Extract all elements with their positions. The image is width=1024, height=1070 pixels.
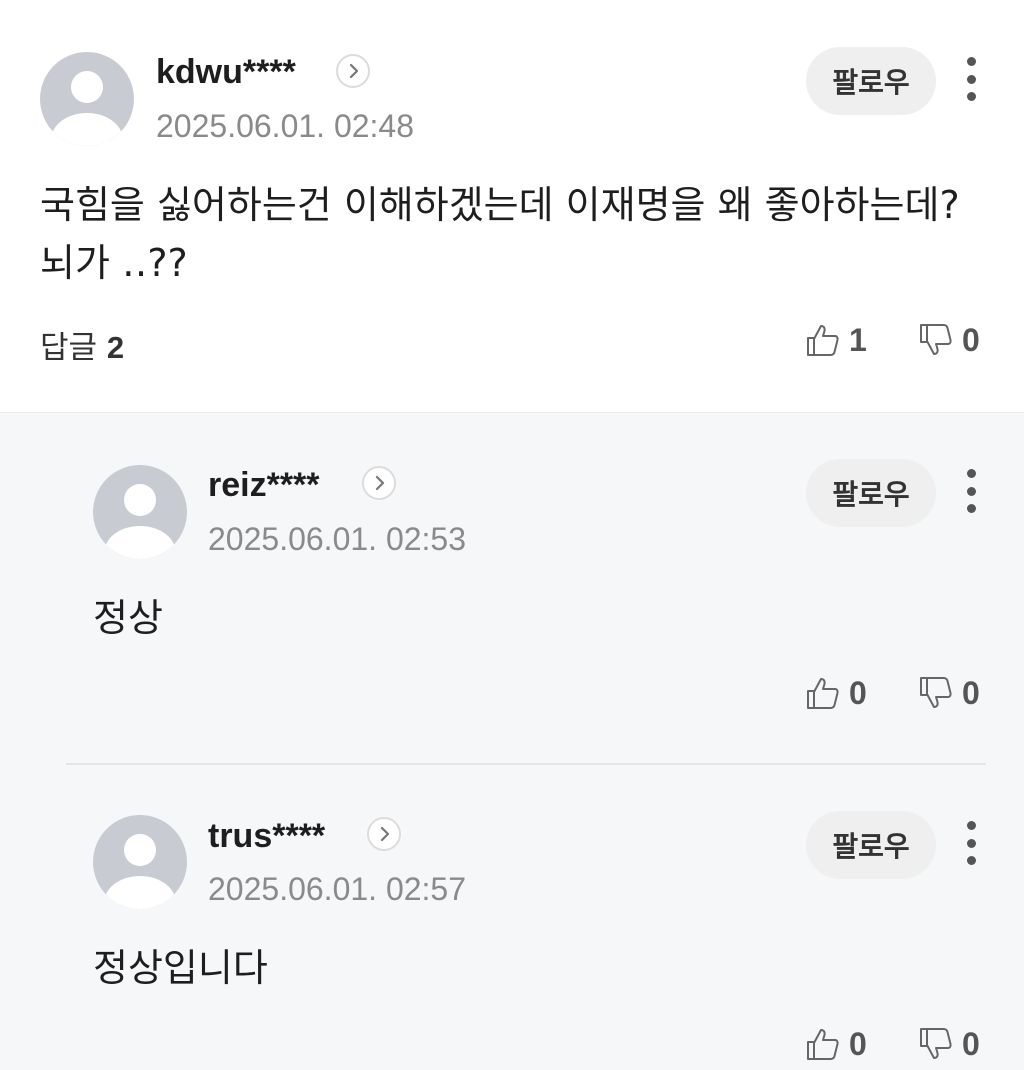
timestamp: 2025.06.01. 02:57 [208, 871, 467, 907]
thumbs-down-icon [920, 1028, 952, 1059]
follow-button[interactable]: 팔로우 [806, 47, 936, 115]
like-button[interactable]: 0 [805, 673, 867, 713]
like-button[interactable]: 0 [805, 1024, 867, 1064]
dislike-count: 0 [962, 321, 980, 358]
reply-text: 정상입니다 [93, 946, 268, 990]
thumbs-up-icon [807, 678, 839, 709]
replies-section: reiz**** 2025.06.01. 02:53 팔로우 정상 0 0 tr… [0, 412, 1024, 1070]
timestamp: 2025.06.01. 02:48 [156, 108, 415, 144]
reply-divider [66, 763, 986, 765]
like-count: 0 [849, 674, 867, 711]
thumbs-down-icon [920, 677, 952, 708]
avatar[interactable] [40, 52, 134, 146]
like-count: 0 [849, 1025, 867, 1062]
more-vertical-icon[interactable] [961, 469, 981, 513]
thumbs-up-icon [807, 1029, 839, 1060]
comment: kdwu**** 2025.06.01. 02:48 팔로우 국힘을 싫어하는건… [0, 0, 1024, 412]
chevron-right-icon[interactable] [362, 466, 396, 500]
more-vertical-icon[interactable] [961, 57, 981, 101]
reply-count: 2 [106, 330, 125, 365]
comment-text: 국힘을 싫어하는건 이해하겠는데 이재명을 왜 좋아하는데? 뇌가 ‥?? [40, 183, 960, 285]
avatar[interactable] [93, 815, 187, 909]
thumbs-down-icon [920, 324, 952, 355]
timestamp: 2025.06.01. 02:53 [208, 521, 467, 557]
more-vertical-icon[interactable] [961, 821, 981, 865]
dislike-button[interactable]: 0 [918, 673, 980, 713]
dislike-count: 0 [962, 1025, 980, 1062]
like-count: 1 [849, 321, 867, 358]
user-silhouette-icon [51, 71, 123, 146]
reply-label: 답글 [40, 330, 98, 366]
dislike-button[interactable]: 0 [918, 320, 980, 360]
user-silhouette-icon [104, 834, 176, 909]
like-button[interactable]: 1 [805, 320, 867, 360]
chevron-right-icon[interactable] [336, 54, 370, 88]
username[interactable]: kdwu**** [156, 52, 296, 92]
reply-text: 정상 [93, 596, 163, 640]
follow-button[interactable]: 팔로우 [806, 811, 936, 879]
follow-button[interactable]: 팔로우 [806, 459, 936, 527]
reply-count-button[interactable]: 답글 2 [40, 322, 124, 367]
user-silhouette-icon [104, 484, 176, 559]
thumbs-up-icon [807, 325, 839, 356]
username[interactable]: reiz**** [208, 465, 320, 505]
dislike-button[interactable]: 0 [918, 1024, 980, 1064]
avatar[interactable] [93, 465, 187, 559]
chevron-right-icon[interactable] [367, 817, 401, 851]
username[interactable]: trus**** [208, 816, 325, 856]
dislike-count: 0 [962, 674, 980, 711]
